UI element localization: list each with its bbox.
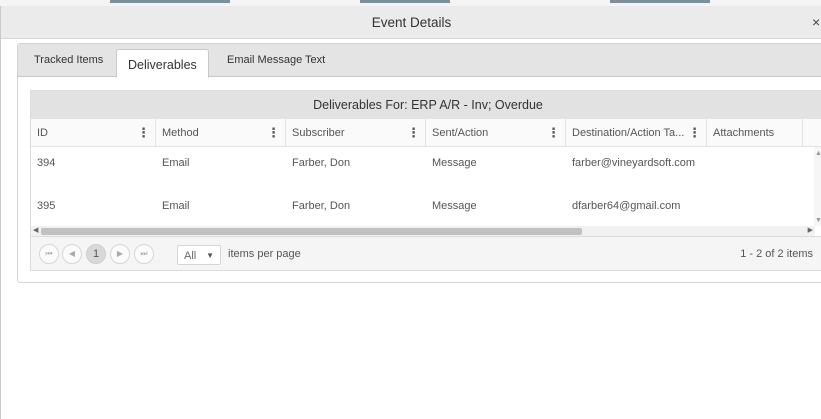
table-row[interactable]: 395 Email Farber, Don Message dfarber64@… [31, 192, 809, 221]
cell-attachments [707, 192, 803, 221]
column-header-subscriber[interactable]: Subscriber ⋮ [286, 119, 426, 147]
cell-method: Email [162, 157, 190, 169]
column-menu-icon[interactable]: ⋮ [267, 125, 280, 141]
cell-subscriber: Farber, Don [292, 157, 351, 169]
cell-sent-action: Message [432, 157, 477, 169]
page-size-value: All [184, 250, 197, 262]
current-page-button[interactable]: 1 [86, 244, 106, 264]
column-menu-icon[interactable]: ⋮ [547, 125, 560, 141]
column-label: Method [162, 127, 199, 139]
column-header-attachments[interactable]: Attachments [707, 119, 803, 147]
previous-page-icon[interactable]: ◀ [62, 244, 82, 264]
column-label: Subscriber [292, 127, 345, 139]
column-label: ID [37, 127, 48, 139]
deliverables-grid: Deliverables For: ERP A/R - Inv; Overdue… [30, 90, 821, 271]
next-page-icon[interactable]: ▶ [110, 244, 130, 264]
cell-destination: farber@vineyardsoft.com [572, 157, 696, 169]
cell-destination: dfarber64@gmail.com [572, 200, 681, 212]
tab-panel: Tracked Items Deliverables Email Message… [17, 43, 821, 283]
column-header-sent-action[interactable]: Sent/Action ⋮ [426, 119, 566, 147]
column-menu-icon[interactable]: ⋮ [688, 125, 701, 141]
first-page-icon[interactable]: ⏮ [39, 244, 59, 264]
scroll-up-icon[interactable]: ▲ [815, 150, 821, 157]
cell-subscriber: Farber, Don [292, 200, 351, 212]
cell-sent-action: Message [432, 200, 477, 212]
pager-info: 1 - 2 of 2 items [740, 248, 813, 260]
cell-id: 395 [37, 200, 56, 212]
tab-strip: Tracked Items Deliverables Email Message… [18, 44, 821, 78]
column-header-destination[interactable]: Destination/Action Ta... ⋮ [566, 119, 707, 147]
cell-method: Email [162, 200, 190, 212]
tab-deliverables[interactable]: Deliverables [116, 49, 209, 78]
grid-header: ID ⋮ Method ⋮ Subscriber ⋮ Sent/Action ⋮… [31, 119, 821, 147]
grid-pager: ⏮ ◀ 1 ▶ ⏭ All ▼ items per page 1 - 2 of … [31, 236, 821, 270]
cell-attachments [707, 149, 803, 178]
column-label: Sent/Action [432, 127, 489, 139]
vertical-scrollbar[interactable]: ▲ ▼ [814, 147, 821, 226]
scrollbar-thumb[interactable] [41, 228, 582, 235]
close-icon[interactable]: × [812, 14, 821, 30]
tab-email-message-text[interactable]: Email Message Text [227, 54, 325, 66]
column-label: Attachments [713, 127, 775, 139]
dialog-titlebar[interactable]: Event Details × [1, 6, 821, 39]
scroll-right-icon[interactable]: ▶ [808, 226, 813, 234]
cell-id: 394 [37, 157, 56, 169]
column-label: Destination/Action Ta... [572, 127, 685, 139]
chevron-down-icon: ▼ [206, 251, 214, 260]
column-header-method[interactable]: Method ⋮ [156, 119, 286, 147]
items-per-page-label: items per page [228, 248, 301, 260]
last-page-icon[interactable]: ⏭ [134, 244, 154, 264]
tab-tracked-items[interactable]: Tracked Items [34, 54, 103, 66]
column-header-id[interactable]: ID ⋮ [31, 119, 156, 147]
scroll-down-icon[interactable]: ▼ [815, 217, 821, 224]
horizontal-scrollbar[interactable]: ◀ ▶ [31, 226, 815, 236]
column-menu-icon[interactable]: ⋮ [407, 125, 420, 141]
dialog-title: Event Details [371, 15, 452, 30]
column-menu-icon[interactable]: ⋮ [137, 125, 150, 141]
page-size-select[interactable]: All ▼ [177, 245, 221, 265]
scroll-left-icon[interactable]: ◀ [33, 226, 38, 234]
grid-caption: Deliverables For: ERP A/R - Inv; Overdue [31, 91, 821, 119]
table-row[interactable]: 394 Email Farber, Don Message farber@vin… [31, 149, 809, 178]
event-details-dialog: Event Details × Tracked Items Deliverabl… [0, 6, 821, 419]
